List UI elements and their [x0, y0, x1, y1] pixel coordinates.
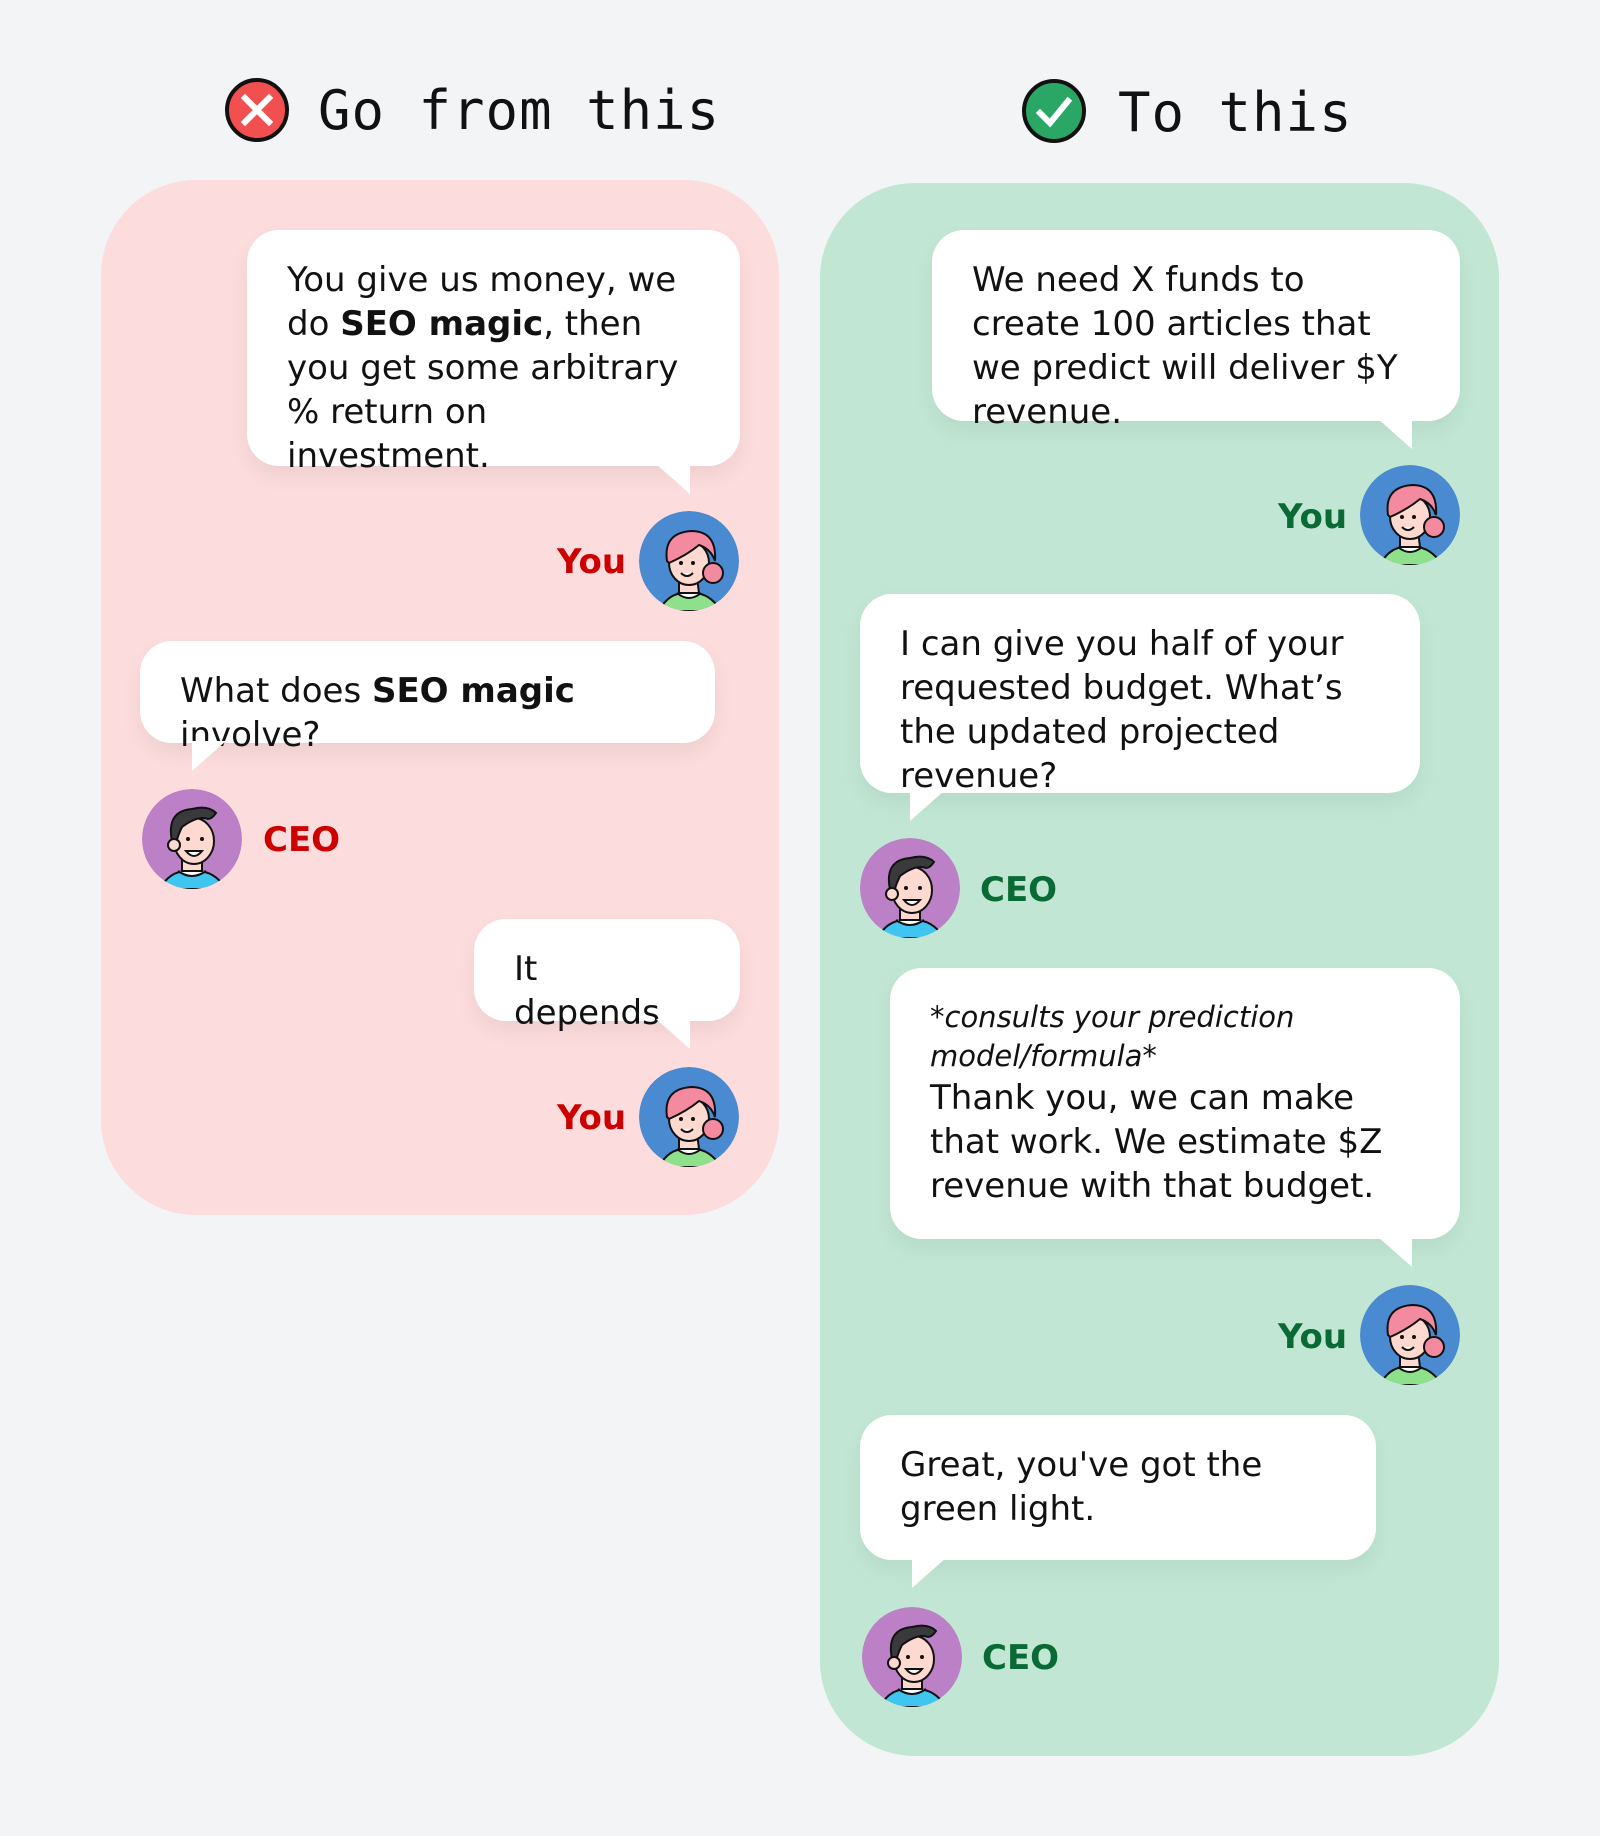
you-avatar	[1360, 465, 1460, 565]
ceo-avatar	[862, 1607, 962, 1707]
x-circle-icon	[225, 78, 289, 142]
left-header-title: Go from this	[318, 79, 721, 142]
bubble-tail	[656, 1019, 690, 1049]
bubble-tail	[656, 464, 690, 494]
bubble-tail	[912, 1558, 946, 1588]
chat-bubble-ceo: I can give you half of your requested bu…	[860, 594, 1420, 796]
speaker-label: CEO	[980, 870, 1058, 910]
speaker-label: You	[557, 1098, 627, 1138]
ceo-avatar	[860, 838, 960, 938]
chat-bubble-you: It depends.	[474, 919, 740, 1033]
speaker-label: You	[557, 542, 627, 582]
ceo-avatar	[142, 789, 242, 889]
chat-bubble-you: You give us money, we do SEO magic, then…	[247, 230, 740, 476]
chat-bubble-ceo: What does SEO magic involve?	[140, 641, 715, 755]
speaker-label: CEO	[263, 820, 341, 860]
bubble-tail	[192, 741, 226, 771]
you-avatar	[639, 1067, 739, 1167]
bubble-tail	[910, 791, 944, 821]
chat-bubble-you: *consults your prediction model/formula*…	[890, 968, 1460, 1239]
speaker-label: You	[1278, 497, 1348, 537]
aside-text: *consults your prediction model/formula*	[930, 1000, 1295, 1073]
chat-bubble-you: We need X funds to create 100 articles t…	[932, 230, 1460, 432]
check-circle-icon	[1022, 79, 1086, 143]
you-avatar	[1360, 1285, 1460, 1385]
you-avatar	[639, 511, 739, 611]
speaker-label: CEO	[982, 1638, 1060, 1678]
bubble-tail	[1378, 1237, 1412, 1267]
bubble-tail	[1378, 419, 1412, 449]
chat-bubble-ceo: Great, you've got the green light.	[860, 1415, 1376, 1560]
speaker-label: You	[1278, 1317, 1348, 1357]
right-header-title: To this	[1118, 81, 1353, 144]
